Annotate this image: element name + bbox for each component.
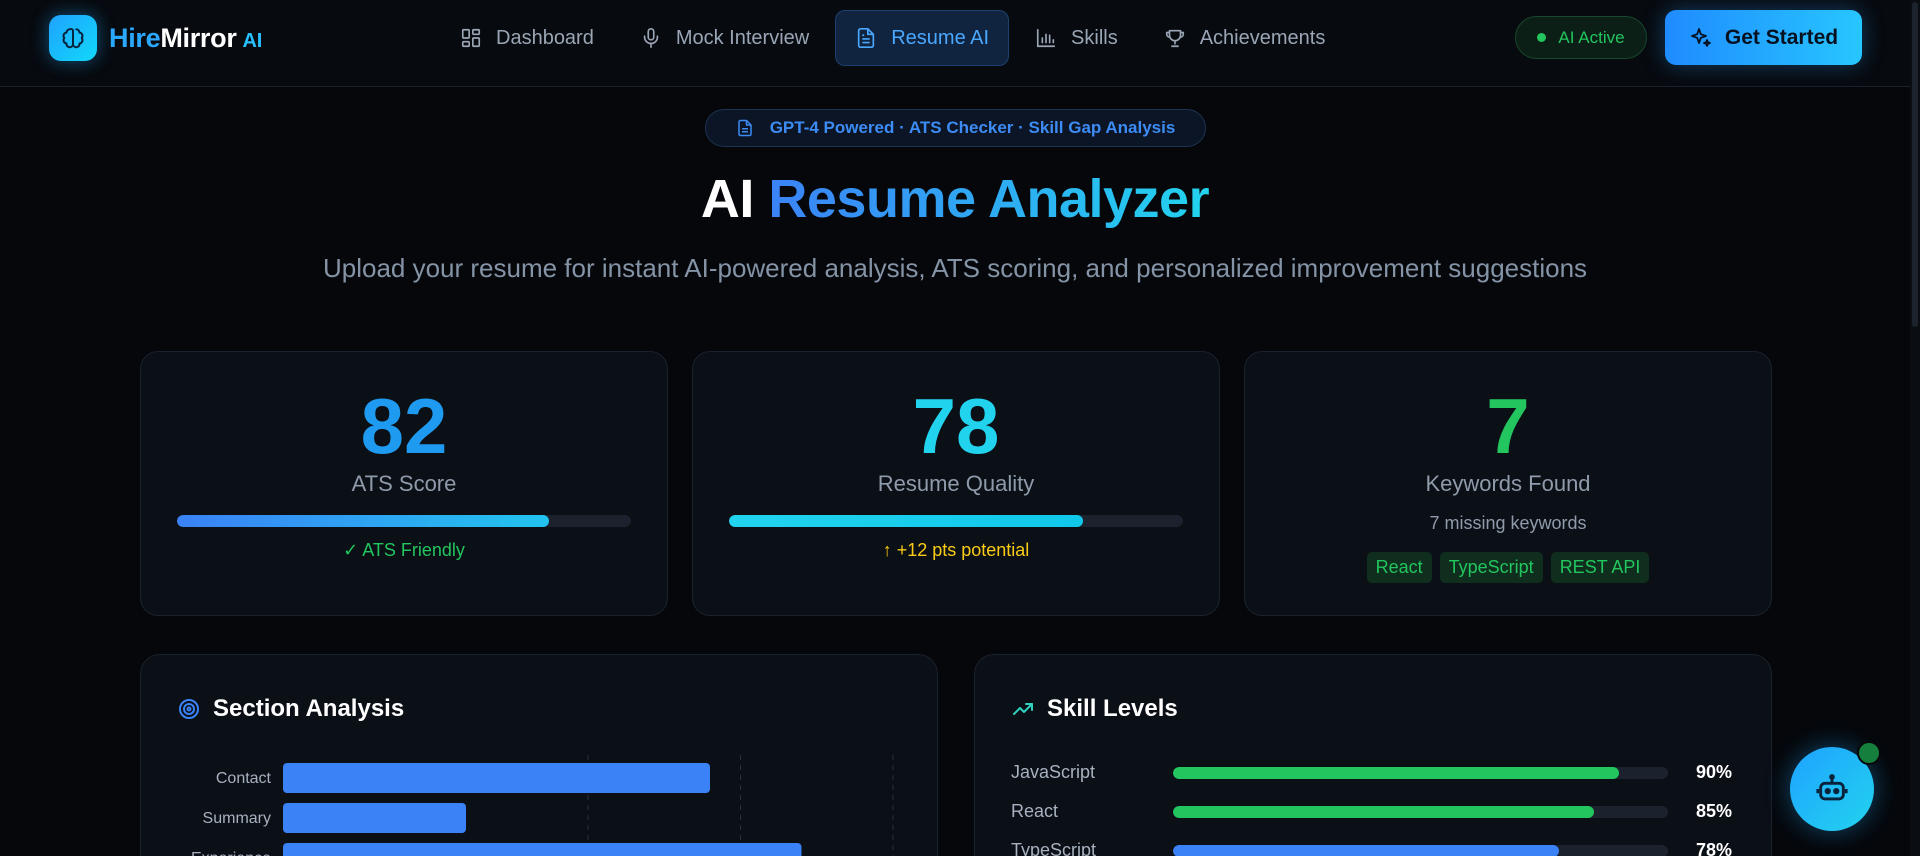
nav-label: Resume AI bbox=[891, 26, 990, 49]
nav-item-dashboard[interactable]: Dashboard bbox=[440, 10, 614, 66]
section-analysis-panel: Section Analysis ContactSummaryExperienc… bbox=[140, 654, 938, 856]
top-navbar: HireMirror AI Dashboard Mock Interview Re… bbox=[0, 0, 1920, 87]
skill-name: React bbox=[1011, 801, 1059, 821]
dashboard-grid-icon bbox=[461, 28, 481, 48]
brand-name: HireMirror AI bbox=[109, 23, 262, 54]
scrollbar-thumb[interactable] bbox=[1912, 2, 1918, 327]
keywords-label: Keywords Found bbox=[1425, 471, 1591, 496]
skill-progress-track bbox=[1173, 806, 1668, 818]
brand[interactable]: HireMirror AI bbox=[49, 15, 262, 61]
ats-score-value: 82 bbox=[360, 382, 448, 470]
nav-item-mock-interview[interactable]: Mock Interview bbox=[620, 10, 829, 66]
feature-pill-text: GPT-4 Powered · ATS Checker · Skill Gap … bbox=[769, 118, 1176, 137]
keywords-value: 7 bbox=[1486, 382, 1530, 470]
trophy-icon bbox=[1165, 29, 1184, 48]
skill-levels-panel: Skill Levels JavaScript 90% React 85% TypeSc… bbox=[974, 654, 1772, 856]
skill-progress-fill bbox=[1173, 767, 1619, 779]
keyword-tags: React TypeScript REST API bbox=[1245, 552, 1771, 583]
section-bar[interactable] bbox=[283, 763, 710, 793]
brand-ai: AI bbox=[242, 29, 263, 52]
quality-score-label: Resume Quality bbox=[877, 471, 1035, 496]
document-icon bbox=[858, 28, 875, 48]
ai-status-label: AI Active bbox=[1558, 27, 1625, 47]
quality-score-value: 78 bbox=[912, 382, 1000, 470]
nav-item-achievements[interactable]: Achievements bbox=[1144, 10, 1346, 66]
title-plain: AI bbox=[700, 169, 755, 229]
skill-percent: 85% bbox=[1696, 801, 1733, 821]
keywords-missing-text: 7 missing keywords bbox=[1429, 513, 1587, 533]
nav-label: Skills bbox=[1071, 26, 1118, 49]
page-subtitle: Upload your resume for instant AI-powere… bbox=[322, 253, 1588, 283]
assistant-online-indicator bbox=[1857, 741, 1881, 765]
section-bar-label: Experience bbox=[191, 850, 271, 856]
resume-quality-card: 78 Resume Quality ↑ +12 pts potential bbox=[692, 351, 1220, 616]
skill-progress-fill bbox=[1173, 806, 1594, 818]
section-bar[interactable] bbox=[283, 803, 466, 833]
skill-percent: 78% bbox=[1696, 840, 1733, 856]
ats-score-card: 82 ATS Score ✓ ATS Friendly bbox=[140, 351, 668, 616]
brand-hire: Hire bbox=[109, 22, 161, 53]
skill-levels-title: Skill Levels bbox=[1011, 695, 1178, 723]
microphone-icon bbox=[643, 28, 659, 48]
section-bar-label: Summary bbox=[203, 810, 271, 827]
keyword-tag[interactable]: React bbox=[1366, 552, 1432, 583]
nav-item-skills[interactable]: Skills bbox=[1015, 10, 1138, 66]
keyword-tag[interactable]: REST API bbox=[1550, 552, 1650, 583]
document-icon bbox=[737, 119, 752, 137]
page-title: AI Resume Analyzer bbox=[0, 168, 1910, 230]
nav-label: Dashboard bbox=[496, 26, 594, 49]
section-bar[interactable] bbox=[283, 843, 802, 856]
ats-note: ✓ ATS Friendly bbox=[343, 540, 465, 560]
keywords-card: 7 Keywords Found 7 missing keywords Reac… bbox=[1244, 351, 1772, 616]
status-dot-icon bbox=[1537, 33, 1547, 42]
robot-icon bbox=[1816, 774, 1848, 801]
quality-progress-track bbox=[729, 515, 1183, 527]
skill-name: JavaScript bbox=[1011, 762, 1096, 782]
skill-row: TypeScript 78% bbox=[1011, 840, 1741, 856]
ats-progress-fill bbox=[177, 515, 550, 527]
nav-label: Achievements bbox=[1199, 26, 1326, 49]
ai-status-badge: AI Active bbox=[1515, 16, 1647, 59]
sparkles-icon bbox=[1690, 27, 1711, 47]
skill-row: JavaScript 90% bbox=[1011, 762, 1741, 786]
bar-chart-icon bbox=[1036, 28, 1056, 48]
nav-links: Dashboard Mock Interview Resume AI Skill… bbox=[440, 10, 1351, 66]
skill-row: React 85% bbox=[1011, 801, 1741, 825]
get-started-button[interactable]: Get Started bbox=[1665, 10, 1862, 65]
brand-mirror: Mirror bbox=[160, 22, 237, 53]
nav-item-resume-ai[interactable]: Resume AI bbox=[835, 10, 1010, 66]
get-started-label: Get Started bbox=[1724, 25, 1839, 49]
quality-progress-fill bbox=[729, 515, 1084, 527]
feature-pill: GPT-4 Powered · ATS Checker · Skill Gap … bbox=[705, 109, 1206, 147]
skill-progress-fill bbox=[1173, 845, 1560, 856]
skill-name: TypeScript bbox=[1011, 840, 1097, 856]
ats-score-label: ATS Score bbox=[351, 471, 457, 496]
nav-label: Mock Interview bbox=[675, 26, 810, 49]
title-accent: Resume Analyzer bbox=[768, 169, 1210, 229]
section-bar-label: Contact bbox=[216, 770, 272, 787]
skill-levels-heading: Skill Levels bbox=[1047, 695, 1178, 722]
skill-progress-track bbox=[1173, 845, 1668, 856]
brain-icon bbox=[49, 15, 97, 61]
section-analysis-chart: Contact Summary Experience bbox=[191, 755, 894, 856]
skill-percent: 90% bbox=[1696, 762, 1733, 782]
keyword-tag[interactable]: TypeScript bbox=[1439, 552, 1543, 583]
skill-progress-track bbox=[1173, 767, 1668, 779]
trending-up-icon bbox=[1013, 703, 1033, 715]
ats-progress-track bbox=[177, 515, 631, 527]
quality-note: ↑ +12 pts potential bbox=[882, 540, 1030, 560]
